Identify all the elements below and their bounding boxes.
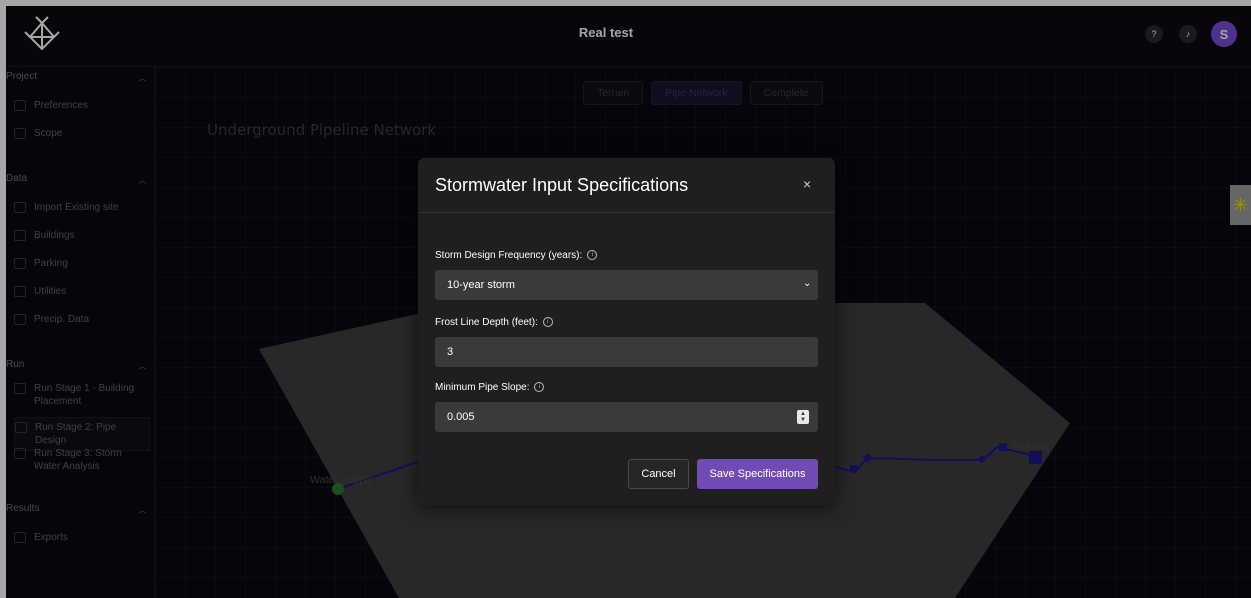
info-icon[interactable]: i [534,382,545,393]
field-label-text: Storm Design Frequency (years): [435,250,583,261]
info-icon[interactable]: i [542,317,553,328]
storm-frequency-select[interactable]: 10-year storm ⌄ [435,270,818,300]
min-slope-label: Minimum Pipe Slope: i [435,382,545,393]
info-icon[interactable]: i [587,250,598,261]
chevron-down-icon: ⌄ [803,278,812,289]
storm-frequency-label: Storm Design Frequency (years): i [435,250,598,261]
save-specifications-button[interactable]: Save Specifications [697,459,818,489]
min-slope-input[interactable]: 0.005 ▲ ▼ [435,402,818,432]
frost-depth-input[interactable]: 3 [435,337,818,367]
field-label-text: Minimum Pipe Slope: [435,382,530,393]
frost-depth-label: Frost Line Depth (feet): i [435,317,553,328]
cancel-button[interactable]: Cancel [628,459,689,489]
close-icon[interactable]: × [803,176,811,192]
field-label-text: Frost Line Depth (feet): [435,317,538,328]
spinner-icon[interactable]: ▲ ▼ [797,410,809,424]
modal-title: Stormwater Input Specifications [435,175,689,195]
stormwater-specs-modal: Stormwater Input Specifications × Storm … [418,158,835,505]
select-value: 10-year storm [447,279,515,291]
modal-header: Stormwater Input Specifications × [418,158,835,213]
input-value: 3 [447,346,454,358]
input-value: 0.005 [447,411,475,423]
